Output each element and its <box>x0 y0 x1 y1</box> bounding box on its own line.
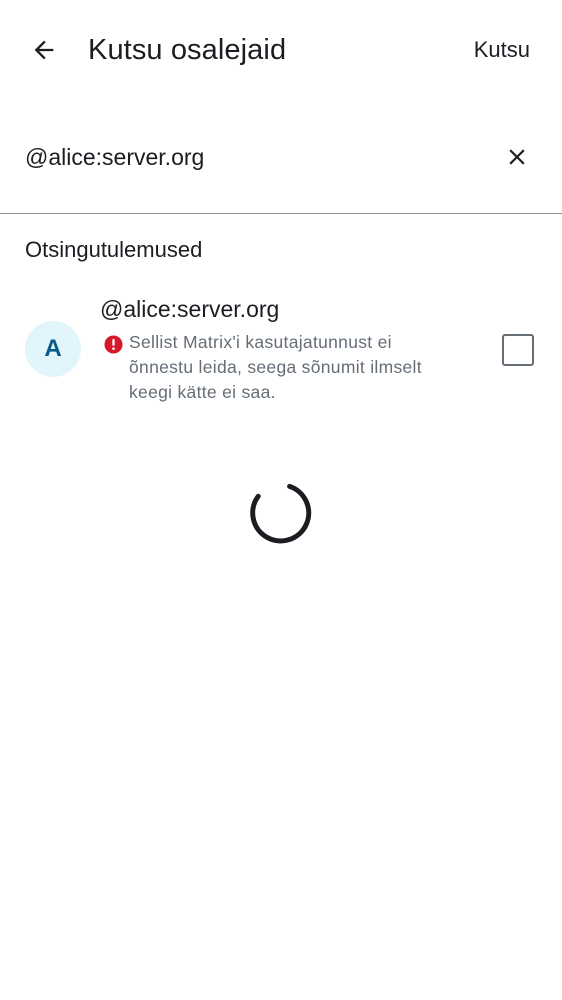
page-title: Kutsu osalejaid <box>88 34 287 66</box>
search-bar <box>0 120 562 214</box>
top-app-bar: Kutsu osalejaid Kutsu <box>0 0 562 100</box>
loading-spinner-icon <box>250 483 312 544</box>
back-button[interactable] <box>22 28 66 72</box>
avatar: A <box>25 321 81 377</box>
clear-search-button[interactable] <box>500 140 534 174</box>
error-icon <box>104 335 123 354</box>
close-icon <box>509 149 525 165</box>
list-item[interactable]: A @alice:server.org Sellist Matrix'i kas… <box>0 285 562 415</box>
user-not-found-warning: Sellist Matrix'i kasutajatunnust ei õnne… <box>129 332 422 402</box>
user-id: @alice:server.org <box>100 296 280 322</box>
arrow-left-icon <box>34 40 54 60</box>
select-user-checkbox[interactable] <box>502 334 534 366</box>
search-input[interactable] <box>25 141 485 173</box>
search-results-heading: Otsingutulemused <box>25 237 203 262</box>
invite-button[interactable]: Kutsu <box>474 34 530 66</box>
